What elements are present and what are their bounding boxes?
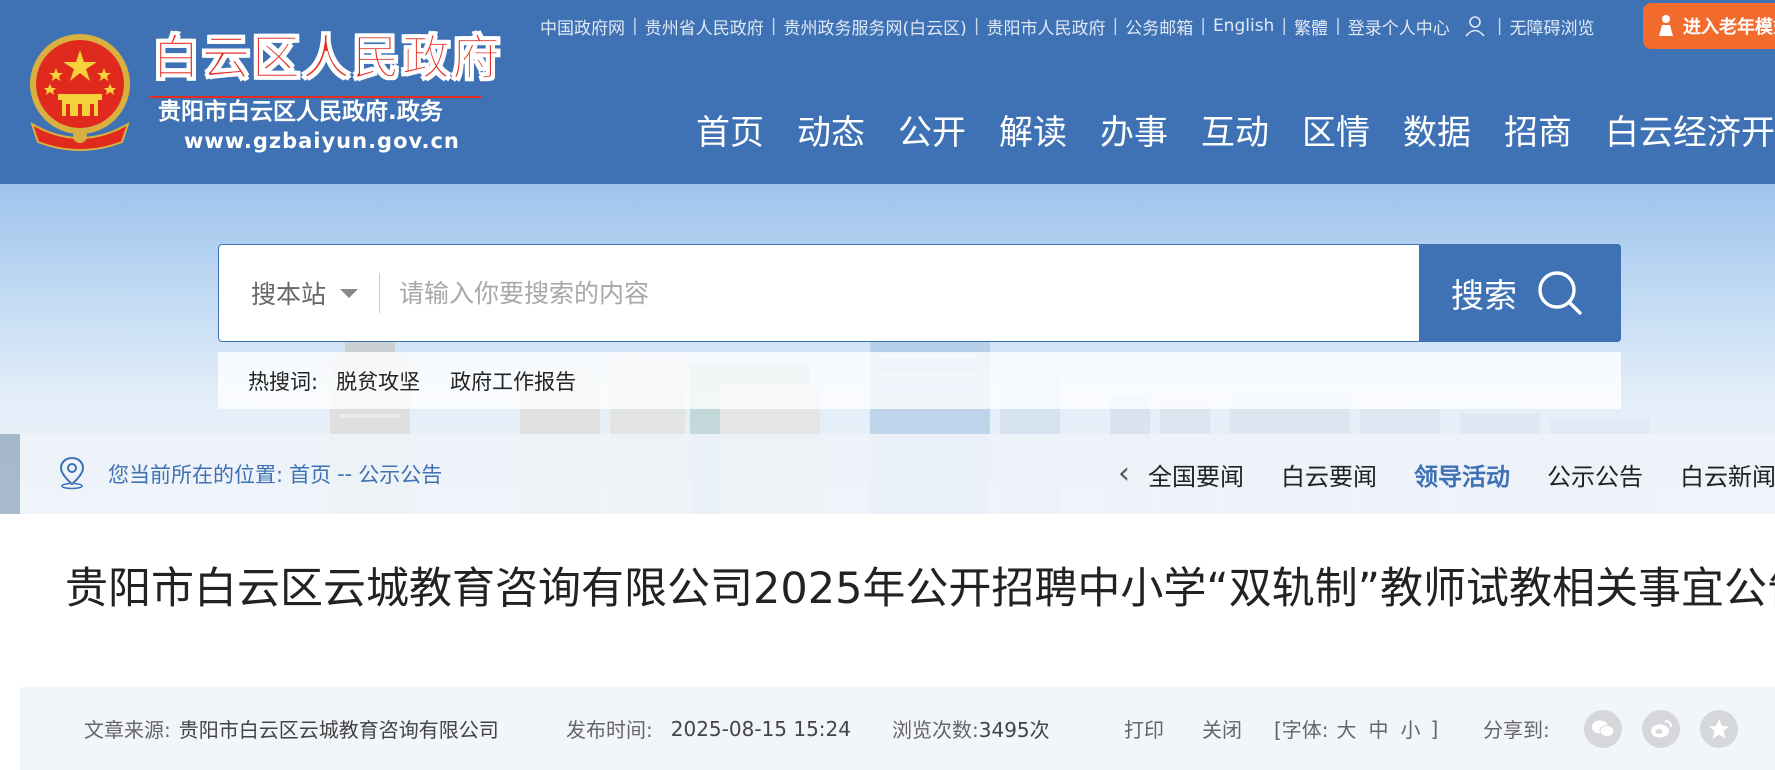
close-button[interactable]: 关闭 <box>1202 687 1242 770</box>
sub-nav-national-news[interactable]: 全国要闻 <box>1148 457 1244 492</box>
search-scope-dropdown[interactable]: 搜本站 <box>219 245 379 341</box>
wechat-icon[interactable] <box>1583 709 1622 748</box>
breadcrumb: 您当前所在的位置: 首页 -- 公示公告 <box>108 434 442 514</box>
article-source: 文章来源: 贵阳市白云区云城教育咨询有限公司 <box>84 687 499 770</box>
search-icon <box>1538 271 1582 315</box>
nav-item-dev-zone[interactable]: 白云经济开发区 <box>1605 110 1775 156</box>
link-separator: | <box>1200 16 1206 36</box>
elder-mode-button[interactable]: 进入老年模式 <box>1643 3 1775 49</box>
link-separator: | <box>973 16 980 36</box>
print-button[interactable]: 打印 <box>1124 687 1164 770</box>
title-divider <box>150 96 482 98</box>
site-subtitle: 贵阳市白云区人民政府.政务 <box>158 99 443 125</box>
top-link-guiyang[interactable]: 贵阳市人民政府 <box>986 14 1105 39</box>
link-separator: | <box>1496 16 1503 36</box>
search-button[interactable]: 搜索 <box>1419 244 1621 342</box>
top-link-gov-cn[interactable]: 中国政府网 <box>540 14 625 39</box>
published-label: 发布时间: <box>566 718 653 742</box>
article-published: 发布时间: 2025-08-15 15:24 <box>566 687 851 770</box>
share-section: 分享到: <box>1483 687 1758 770</box>
link-separator: | <box>632 16 638 36</box>
search-box: 搜本站 <box>218 244 1621 342</box>
sub-nav-baiyun-news[interactable]: 白云要闻 <box>1281 457 1377 492</box>
site-header: 白云区人民政府 贵阳市白云区人民政府.政务 www.gzbaiyun.gov.c… <box>0 0 1775 184</box>
link-separator: | <box>1335 16 1341 36</box>
font-size-small[interactable]: 小 <box>1401 714 1421 743</box>
sub-nav-leader-activities[interactable]: 领导活动 <box>1414 457 1510 492</box>
nav-item-interpretation[interactable]: 解读 <box>999 110 1067 156</box>
top-link-mail[interactable]: 公务邮箱 <box>1125 14 1193 39</box>
views-label: 浏览次数: <box>892 718 979 742</box>
font-size-large[interactable]: 大 <box>1337 714 1357 743</box>
top-link-login[interactable]: 登录个人中心 <box>1348 14 1450 39</box>
nav-item-news[interactable]: 动态 <box>797 110 865 156</box>
hot-search-label: 热搜词: <box>248 369 319 394</box>
source-value: 贵阳市白云区云城教育咨询有限公司 <box>178 718 499 742</box>
article-title: 贵阳市白云区云城教育咨询有限公司2025年公开招聘中小学“双轨制”教师试教相关事… <box>65 564 1775 614</box>
link-separator: | <box>1112 16 1119 36</box>
article-views: 浏览次数: 3495次 <box>892 687 1050 770</box>
views-value: 3495次 <box>978 718 1050 742</box>
nav-item-services[interactable]: 办事 <box>1100 110 1168 156</box>
sub-nav: ‹ 全国要闻 白云要闻 领导活动 公示公告 白云新闻 <box>1118 434 1775 514</box>
breadcrumb-prefix: 您当前所在的位置: <box>108 463 284 487</box>
article: 贵阳市白云区云城教育咨询有限公司2025年公开招聘中小学“双轨制”教师试教相关事… <box>20 514 1775 770</box>
nav-item-district[interactable]: 区情 <box>1302 110 1370 156</box>
nav-item-home[interactable]: 首页 <box>696 110 764 156</box>
font-size-medium[interactable]: 中 <box>1369 714 1389 743</box>
search-divider <box>379 273 380 313</box>
search-scope-label: 搜本站 <box>251 280 327 309</box>
hot-word-work-report[interactable]: 政府工作报告 <box>450 366 576 396</box>
elder-mode-label: 进入老年模式 <box>1683 17 1775 38</box>
link-separator: | <box>770 16 777 36</box>
source-label: 文章来源: <box>84 718 171 742</box>
user-icon[interactable] <box>1464 15 1486 37</box>
search-button-label: 搜索 <box>1451 276 1517 315</box>
location-pin-icon <box>59 456 85 490</box>
weibo-icon[interactable] <box>1641 709 1680 748</box>
elder-icon <box>1659 15 1673 36</box>
top-link-traditional[interactable]: 繁體 <box>1294 14 1328 39</box>
top-link-gz-service[interactable]: 贵州政务服务网(白云区) <box>783 14 966 39</box>
nav-item-data[interactable]: 数据 <box>1403 110 1471 156</box>
top-link-guizhou[interactable]: 贵州省人民政府 <box>645 14 764 39</box>
nav-item-open[interactable]: 公开 <box>898 110 966 156</box>
breadcrumb-bar: 您当前所在的位置: 首页 -- 公示公告 ‹ 全国要闻 白云要闻 领导活动 公示… <box>20 434 1775 514</box>
font-size-prefix: [字体: <box>1274 718 1329 742</box>
share-label: 分享到: <box>1483 718 1550 742</box>
top-links-bar: 中国政府网 | 贵州省人民政府 | 贵州政务服务网(白云区) | 贵阳市人民政府… <box>540 14 1595 39</box>
breadcrumb-current[interactable]: 公示公告 <box>358 459 442 489</box>
breadcrumb-separator: -- <box>337 462 353 486</box>
accessibility-link[interactable]: 无障碍浏览 <box>1510 14 1595 39</box>
main-nav: 首页 动态 公开 解读 办事 互动 区情 数据 招商 白云经济开发区 <box>696 110 1775 156</box>
chevron-left-icon[interactable]: ‹ <box>1118 459 1130 489</box>
site-title[interactable]: 白云区人民政府 <box>151 34 502 83</box>
font-size-suffix: ] <box>1430 716 1439 741</box>
nav-item-investment[interactable]: 招商 <box>1504 110 1572 156</box>
hot-word-poverty[interactable]: 脱贫攻坚 <box>336 366 420 396</box>
site-domain: www.gzbaiyun.gov.cn <box>184 129 460 153</box>
breadcrumb-home[interactable]: 首页 <box>289 459 331 489</box>
caret-down-icon <box>340 288 359 298</box>
qzone-icon[interactable] <box>1699 709 1738 748</box>
article-meta-bar: 文章来源: 贵阳市白云区云城教育咨询有限公司 发布时间: 2025-08-15 … <box>20 687 1775 770</box>
link-separator: | <box>1281 16 1288 36</box>
hot-search-bar: 热搜词: 脱贫攻坚 政府工作报告 <box>218 352 1621 409</box>
published-value: 2025-08-15 15:24 <box>670 716 851 741</box>
top-link-english[interactable]: English <box>1213 16 1274 36</box>
font-size-controls: [字体: 大 中 小 ] <box>1274 687 1438 770</box>
sub-nav-baiyun-newsflash[interactable]: 白云新闻 <box>1680 457 1775 492</box>
share-icons <box>1583 709 1758 748</box>
national-emblem-icon <box>30 34 130 151</box>
nav-item-interaction[interactable]: 互动 <box>1201 110 1269 156</box>
sub-nav-announcements[interactable]: 公示公告 <box>1547 457 1643 492</box>
